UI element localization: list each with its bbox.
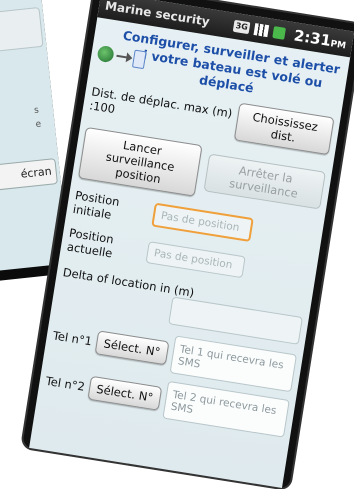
- position-actuelle-field[interactable]: Pas de position: [145, 241, 246, 279]
- background-screen-button[interactable]: écran: [0, 158, 58, 191]
- arrow-right-icon: [116, 54, 131, 59]
- network-3g-icon: 3G: [232, 19, 251, 35]
- background-box: s e: [0, 6, 44, 54]
- distance-label: Dist. de déplac. max (m) :100: [88, 84, 234, 121]
- signal-bars-icon: [253, 23, 270, 38]
- clock: 2:31PM: [293, 26, 348, 52]
- background-text-2: e: [35, 119, 42, 130]
- choose-distance-button[interactable]: Choississez dist.: [233, 102, 335, 156]
- background-text-1: s: [33, 105, 40, 117]
- tel1-select-button[interactable]: Sélect. N°: [94, 330, 169, 366]
- position-initiale-label: Position initiale: [71, 188, 121, 222]
- clock-time: 2:31: [292, 26, 333, 51]
- stop-surveillance-button[interactable]: Arrêter la surveillance: [203, 153, 326, 210]
- clock-ampm: PM: [329, 39, 347, 52]
- battery-icon: [272, 26, 287, 40]
- position-actuelle-label: Position actuelle: [66, 225, 115, 261]
- start-surveillance-button[interactable]: Lancer surveillance position: [77, 126, 203, 197]
- tel1-label: Tel n°1: [51, 328, 93, 349]
- tel2-select-button[interactable]: Sélect. N°: [87, 375, 162, 411]
- position-initiale-field[interactable]: Pas de position: [151, 202, 254, 242]
- globe-icon: [96, 44, 115, 64]
- tel2-input[interactable]: Tel 2 qui recevra les SMS: [161, 380, 290, 438]
- app-screen: Marine security 3G 2:31PM Configurer, su…: [29, 0, 354, 488]
- tel2-label: Tel n°2: [44, 373, 86, 394]
- phone-frame: Marine security 3G 2:31PM Configurer, su…: [22, 0, 354, 489]
- network-label: 3G: [235, 21, 249, 32]
